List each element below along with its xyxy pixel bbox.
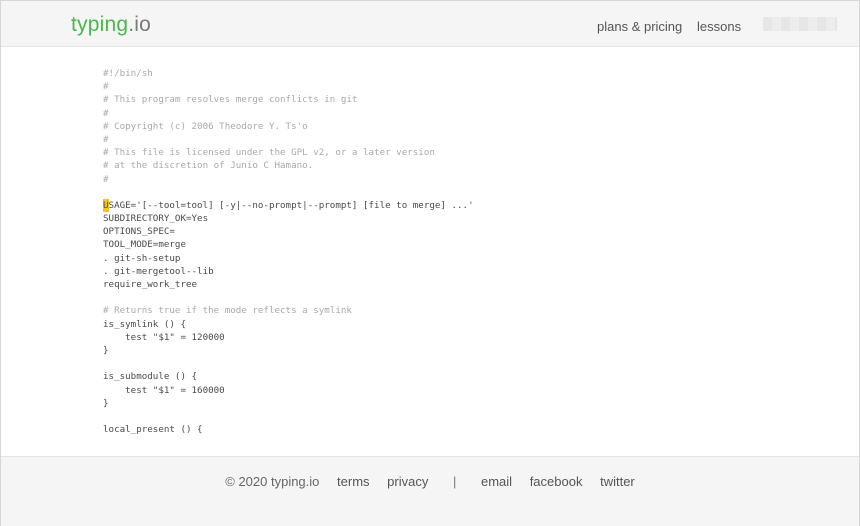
footer-separator: |	[452, 474, 457, 489]
code-line-text: SAGE='[--tool=tool] [-y|--no-prompt|--pr…	[108, 199, 474, 211]
footer-twitter-link[interactable]: twitter	[600, 474, 635, 489]
code-line: require_work_tree	[103, 279, 198, 290]
code-line: TOOL_MODE=merge	[103, 239, 186, 251]
code-line: #!/bin/sh	[103, 68, 153, 79]
nav-lessons[interactable]: lessons	[697, 19, 741, 34]
code-line: local_present () {	[103, 424, 203, 436]
code-line: }	[103, 397, 109, 409]
code-line: # Copyright (c) 2006 Theodore Y. Ts'o	[103, 120, 308, 132]
typing-code-area[interactable]: #!/bin/sh # # This program resolves merge …	[103, 67, 803, 443]
logo[interactable]: typing.io	[71, 13, 151, 37]
nav-plans-pricing[interactable]: plans & pricing	[597, 19, 682, 34]
code-line: #	[103, 81, 109, 93]
user-account-placeholder[interactable]	[763, 17, 837, 31]
code-line: is_symlink () {	[103, 318, 186, 330]
code-line: #	[103, 173, 109, 185]
code-line: # This file is licensed under the GPL v2…	[103, 147, 435, 159]
logo-brand: typing	[71, 13, 129, 36]
footer: © 2020 typing.io terms privacy | email f…	[1, 456, 859, 526]
code-line: #	[103, 107, 109, 119]
code-line: #	[103, 133, 109, 145]
code-line: OPTIONS_SPEC=	[103, 226, 175, 238]
code-line: USAGE='[--tool=tool] [-y|--no-prompt|--p…	[103, 198, 803, 213]
code-line: # Returns true if the mode reflects a sy…	[103, 305, 352, 317]
footer-facebook-link[interactable]: facebook	[530, 474, 583, 489]
footer-email-link[interactable]: email	[481, 474, 512, 489]
code-line: is_submodule () {	[103, 371, 198, 383]
footer-links: © 2020 typing.io terms privacy | email f…	[1, 474, 859, 489]
footer-terms-link[interactable]: terms	[337, 474, 370, 489]
code-line: }	[103, 344, 109, 356]
code-line: SUBDIRECTORY_OK=Yes	[103, 213, 209, 225]
footer-privacy-link[interactable]: privacy	[387, 474, 428, 489]
code-line: # This program resolves merge conflicts …	[103, 94, 358, 106]
header: typing.io plans & pricing lessons	[1, 1, 859, 47]
code-line: test "$1" = 160000	[103, 384, 225, 396]
code-line: test "$1" = 120000	[103, 331, 225, 343]
code-line: . git-mergetool--lib	[103, 265, 214, 277]
footer-copyright: © 2020 typing.io	[225, 474, 320, 489]
logo-tld: .io	[128, 13, 152, 36]
code-line: # at the discretion of Junio C Hamano.	[103, 160, 314, 172]
code-line: . git-sh-setup	[103, 252, 181, 264]
